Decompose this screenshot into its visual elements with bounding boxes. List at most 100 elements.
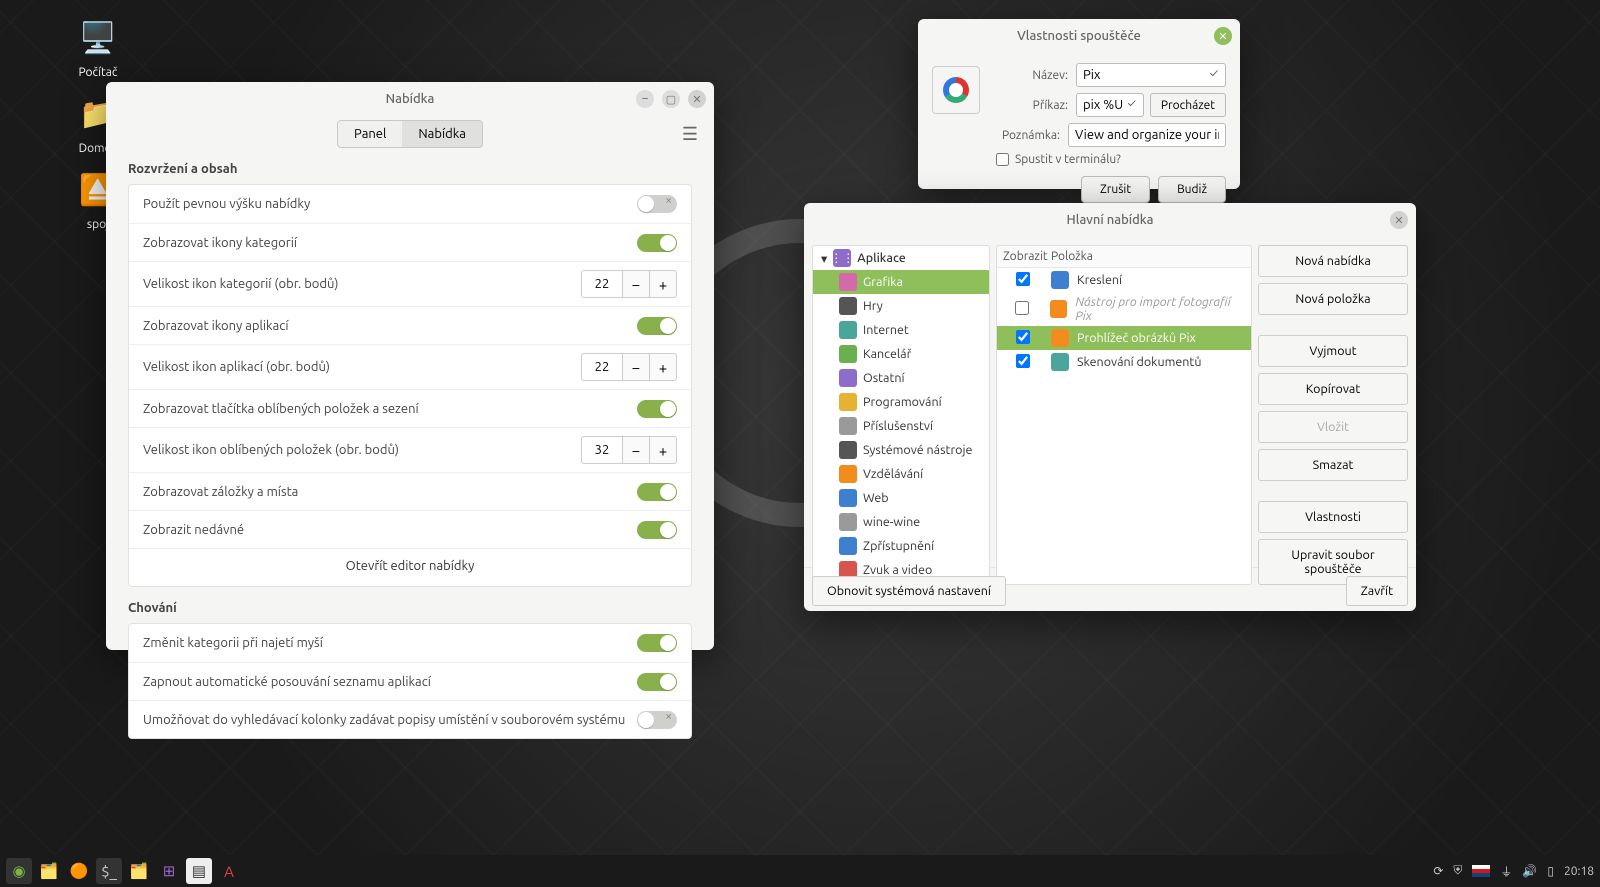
tree-item[interactable]: Internet — [813, 318, 989, 342]
list-row[interactable]: Prohlížeč obrázků Pix — [997, 326, 1251, 350]
titlebar[interactable]: Hlavní nabídka ✕ — [804, 203, 1416, 237]
tray-update-icon[interactable]: ⟳ — [1433, 864, 1443, 878]
taskbar-app-editor-icon[interactable]: ▤ — [186, 858, 212, 884]
cancel-button[interactable]: Zrušit — [1081, 176, 1150, 203]
toggle-bookmarks[interactable] — [637, 483, 677, 501]
start-menu-icon[interactable]: ◉ — [6, 858, 32, 884]
increment-button[interactable]: + — [649, 353, 677, 381]
note-input[interactable] — [1068, 123, 1226, 147]
category-icon — [839, 489, 857, 507]
window-title: Hlavní nabídka — [1067, 213, 1154, 227]
list-row[interactable]: Kreslení — [997, 268, 1251, 292]
toggle-fav-buttons[interactable] — [637, 400, 677, 418]
taskbar-app-grid-icon[interactable]: ⊞ — [156, 858, 182, 884]
tree-root[interactable]: ▾ ⋮⋮ Aplikace — [813, 246, 989, 270]
terminal-label: Spustit v terminálu? — [1015, 153, 1121, 166]
decrement-button[interactable]: − — [622, 436, 650, 464]
terminal-icon[interactable]: $_ — [96, 858, 122, 884]
category-icon — [839, 273, 857, 291]
toggle-autoscroll[interactable] — [637, 673, 677, 691]
spinner-cat-size: − + — [581, 270, 677, 298]
section-layout-title: Rozvržení a obsah — [128, 162, 714, 176]
input-cat-size[interactable] — [581, 270, 623, 298]
decrement-button[interactable]: − — [622, 270, 650, 298]
tray-shield-icon[interactable]: ⛨ — [1453, 864, 1462, 878]
list-row[interactable]: Nástroj pro import fotografií Pix — [997, 292, 1251, 326]
tree-item[interactable]: Grafika — [813, 270, 989, 294]
input-app-size[interactable] — [581, 353, 623, 381]
close-button[interactable]: ✕ — [1390, 211, 1408, 229]
new-item-button[interactable]: Nová položka — [1258, 283, 1408, 315]
taskbar: ◉ 🗂️ 🟠 $_ 🗂️ ⊞ ▤ A ⟳ ⛨ ⏚ 🔊 ▯ 20:18 — [0, 855, 1600, 887]
toggle-recent[interactable] — [637, 521, 677, 539]
tab-menu[interactable]: Nabídka — [402, 121, 482, 147]
files-icon[interactable]: 🗂️ — [36, 858, 62, 884]
terminal-checkbox[interactable] — [996, 153, 1009, 166]
tree-item[interactable]: Vzdělávání — [813, 462, 989, 486]
tray-network-icon[interactable]: ⏚ — [1500, 863, 1512, 880]
tab-panel[interactable]: Panel — [338, 121, 402, 147]
increment-button[interactable]: + — [649, 270, 677, 298]
browse-button[interactable]: Procházet — [1150, 93, 1226, 117]
open-menu-editor-button[interactable]: Otevřít editor nabídky — [129, 548, 691, 586]
copy-button[interactable]: Kopírovat — [1258, 373, 1408, 405]
delete-button[interactable]: Smazat — [1258, 449, 1408, 481]
restore-defaults-button[interactable]: Obnovit systémová nastavení — [812, 576, 1006, 606]
col-show: Zobrazit — [1003, 250, 1051, 263]
tree-item[interactable]: wine-wine — [813, 510, 989, 534]
hamburger-icon[interactable]: ☰ — [682, 124, 698, 145]
clock[interactable]: 20:18 — [1564, 865, 1594, 878]
tray-battery-icon[interactable]: ▯ — [1547, 864, 1554, 878]
tree-item[interactable]: Zpřístupnění — [813, 534, 989, 558]
tree-item[interactable]: Ostatní — [813, 366, 989, 390]
toggle-app-icons[interactable] — [637, 317, 677, 335]
name-input[interactable] — [1076, 63, 1226, 87]
action-buttons: Nová nabídka Nová položka Vyjmout Kopíro… — [1258, 245, 1408, 585]
decrement-button[interactable]: − — [622, 353, 650, 381]
category-icon — [839, 297, 857, 315]
taskbar-app-pdf-icon[interactable]: A — [216, 858, 242, 884]
show-checkbox[interactable] — [1015, 301, 1029, 315]
show-checkbox[interactable] — [1016, 354, 1030, 368]
ok-button[interactable]: Budiž — [1158, 176, 1226, 203]
toggle-cat-icons[interactable] — [637, 234, 677, 252]
properties-button[interactable]: Vlastnosti — [1258, 501, 1408, 533]
minimize-button[interactable]: – — [636, 90, 654, 108]
tree-item-label: Vzdělávání — [863, 467, 923, 481]
toggle-hover[interactable] — [637, 634, 677, 652]
cut-button[interactable]: Vyjmout — [1258, 335, 1408, 367]
close-button[interactable]: ✕ — [688, 90, 706, 108]
list-row[interactable]: Skenování dokumentů — [997, 350, 1251, 374]
titlebar[interactable]: Vlastnosti spouštěče ✕ — [918, 19, 1240, 53]
category-icon — [839, 465, 857, 483]
input-fav-size[interactable] — [581, 436, 623, 464]
close-dialog-button[interactable]: Zavřít — [1346, 576, 1408, 606]
tree-item[interactable]: Hry — [813, 294, 989, 318]
launcher-icon-button[interactable] — [932, 66, 980, 114]
firefox-icon[interactable]: 🟠 — [66, 858, 92, 884]
show-checkbox[interactable] — [1016, 330, 1030, 344]
increment-button[interactable]: + — [649, 436, 677, 464]
tree-item-label: Systémové nástroje — [863, 443, 972, 457]
titlebar[interactable]: Nabídka – ▢ ✕ — [106, 82, 714, 116]
tree-item[interactable]: Systémové nástroje — [813, 438, 989, 462]
tray-volume-icon[interactable]: 🔊 — [1522, 864, 1537, 878]
taskbar-app-files-icon[interactable]: 🗂️ — [126, 858, 152, 884]
keyboard-layout-flag-icon[interactable] — [1472, 865, 1490, 877]
note-label: Poznámka: — [996, 129, 1060, 142]
pix-app-icon — [943, 77, 969, 103]
show-checkbox[interactable] — [1016, 272, 1030, 286]
maximize-button[interactable]: ▢ — [662, 90, 680, 108]
close-button[interactable]: ✕ — [1214, 27, 1232, 45]
toggle-search-paths[interactable] — [637, 711, 677, 729]
command-input[interactable] — [1076, 93, 1144, 117]
desktop-icon-computer[interactable]: 🖥️ Počítač — [58, 14, 138, 79]
tree-item[interactable]: Příslušenství — [813, 414, 989, 438]
tree-item[interactable]: Programování — [813, 390, 989, 414]
spinner-fav-size: − + — [581, 436, 677, 464]
new-menu-button[interactable]: Nová nabídka — [1258, 245, 1408, 277]
tree-item[interactable]: Web — [813, 486, 989, 510]
tree-item[interactable]: Kancelář — [813, 342, 989, 366]
toggle-fixed-height[interactable] — [637, 195, 677, 213]
category-icon — [839, 393, 857, 411]
